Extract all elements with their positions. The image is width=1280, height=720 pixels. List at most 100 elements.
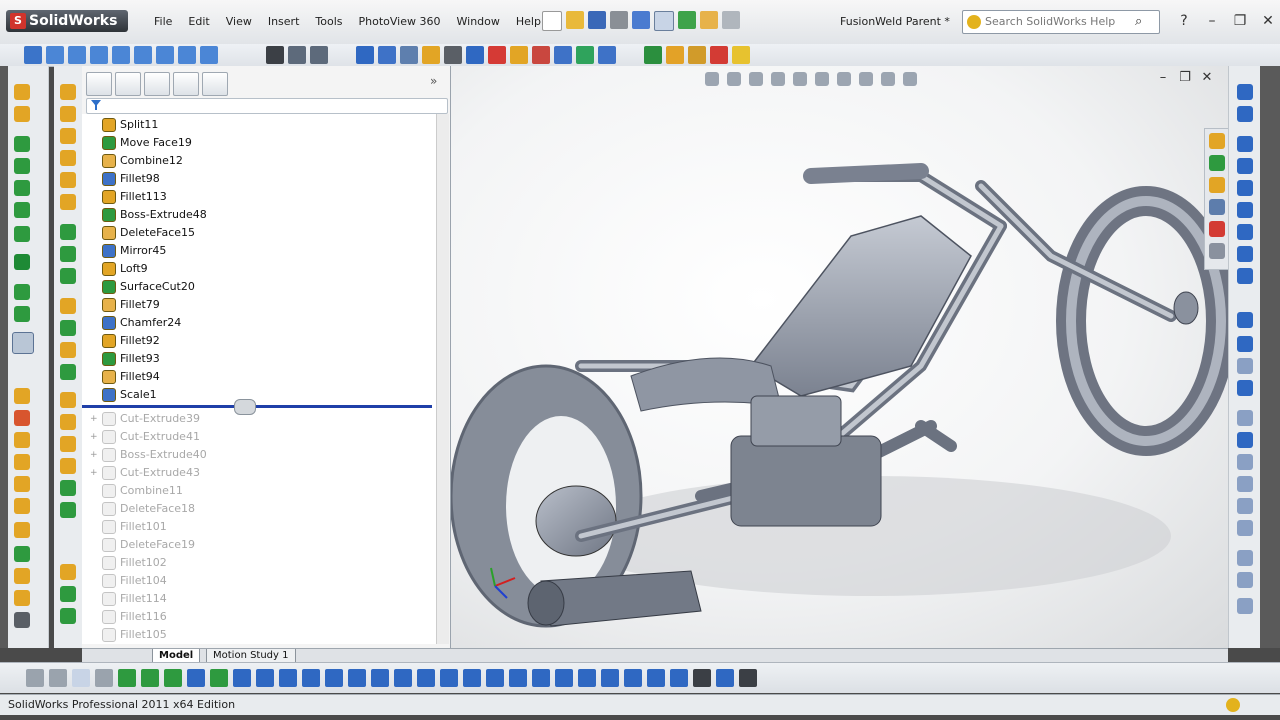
selection-filter-icon[interactable] <box>509 669 527 687</box>
display-style-icon[interactable] <box>310 46 328 64</box>
section-view-icon[interactable] <box>288 46 306 64</box>
tree-feature-item[interactable]: Chamfer24 <box>90 314 181 332</box>
menu-photoview[interactable]: PhotoView 360 <box>351 12 449 32</box>
tree-feature-item[interactable]: Scale1 <box>90 386 157 404</box>
configurationmanager-tab-icon[interactable] <box>144 72 170 96</box>
move-entities-icon[interactable] <box>1237 520 1253 536</box>
arc-icon[interactable] <box>1237 224 1253 240</box>
cut-icon[interactable] <box>14 202 30 218</box>
file-explorer-icon[interactable] <box>1209 177 1225 193</box>
selection-filter-icon[interactable] <box>578 669 596 687</box>
spline-icon[interactable] <box>1237 246 1253 262</box>
selection-filter-icon[interactable] <box>601 669 619 687</box>
display-manager-tab-icon[interactable] <box>202 72 228 96</box>
menu-insert[interactable]: Insert <box>260 12 308 32</box>
selection-filter-icon[interactable] <box>233 669 251 687</box>
radiate-surface-icon[interactable] <box>60 414 76 430</box>
search-icon[interactable]: ⌕ <box>1135 11 1142 33</box>
mass-properties-icon[interactable] <box>400 46 418 64</box>
view-top-icon[interactable] <box>134 46 152 64</box>
tree-suppressed-item[interactable]: Fillet114 <box>90 590 167 608</box>
sketch-icon[interactable] <box>356 46 374 64</box>
menu-edit[interactable]: Edit <box>180 12 217 32</box>
selection-filter-icon[interactable] <box>739 669 757 687</box>
cut-with-surface-icon[interactable] <box>60 364 76 380</box>
selection-filter-icon[interactable] <box>394 669 412 687</box>
tree-feature-item[interactable]: Fillet98 <box>90 170 160 188</box>
combine-icon[interactable] <box>14 568 30 584</box>
tree-feature-item[interactable]: Boss-Extrude48 <box>90 206 207 224</box>
open-folder-icon[interactable] <box>566 11 584 29</box>
selection-filter-icon[interactable] <box>118 669 136 687</box>
mirror-icon[interactable] <box>14 284 30 300</box>
search-help-input[interactable]: Search SolidWorks Help ⌕ <box>962 10 1160 34</box>
delete-face-icon[interactable] <box>14 612 30 628</box>
selection-filter-icon[interactable] <box>325 669 343 687</box>
selection-filter-icon[interactable] <box>95 669 113 687</box>
anchor-icon[interactable] <box>24 46 42 64</box>
fill-surface-icon[interactable] <box>60 246 76 262</box>
sum-icon[interactable] <box>466 46 484 64</box>
selection-filter-icon[interactable] <box>49 669 67 687</box>
selection-filter-icon[interactable] <box>72 669 90 687</box>
view-iso-icon[interactable] <box>178 46 196 64</box>
replace-face-icon[interactable] <box>60 458 76 474</box>
repair-sketch-icon[interactable] <box>1237 572 1253 588</box>
flex-icon[interactable] <box>60 564 76 580</box>
resources-icon[interactable] <box>1209 133 1225 149</box>
tree-feature-item[interactable]: DeleteFace15 <box>90 224 195 242</box>
tree-feature-item[interactable]: Fillet94 <box>90 368 160 386</box>
sweep-icon[interactable] <box>14 136 30 152</box>
wrap-icon[interactable] <box>14 306 30 322</box>
face-fillet-icon[interactable] <box>60 436 76 452</box>
expand-icon[interactable]: + <box>90 446 100 464</box>
indent-icon[interactable] <box>60 586 76 602</box>
weld-bead-icon[interactable] <box>14 498 30 514</box>
rebuild-icon[interactable] <box>678 11 696 29</box>
linear-pattern-icon[interactable] <box>1237 498 1253 514</box>
centerline-icon[interactable] <box>1237 358 1253 374</box>
draft-icon[interactable] <box>510 46 528 64</box>
trim-surface-icon[interactable] <box>60 268 76 284</box>
tree-suppressed-item[interactable]: + Cut-Extrude39 <box>90 410 200 428</box>
viewport-close-button[interactable]: ✕ <box>1196 70 1218 85</box>
tree-feature-item[interactable]: Split11 <box>90 116 158 134</box>
selection-filter-icon[interactable] <box>348 669 366 687</box>
boundary-icon[interactable] <box>14 180 30 196</box>
freeform-icon[interactable] <box>60 608 76 624</box>
view-palette-icon[interactable] <box>1209 199 1225 215</box>
expand-icon[interactable]: + <box>90 464 100 482</box>
appearance-icon[interactable] <box>666 46 684 64</box>
solidworks-logo[interactable]: S SolidWorks <box>6 10 128 32</box>
menu-view[interactable]: View <box>218 12 260 32</box>
graphics-viewport[interactable] <box>451 66 1228 648</box>
thicken-icon[interactable] <box>60 298 76 314</box>
quick-snaps-icon[interactable] <box>1237 598 1253 614</box>
selection-filter-icon[interactable] <box>693 669 711 687</box>
measure-icon[interactable] <box>378 46 396 64</box>
quick-tips-icon[interactable] <box>1226 698 1240 712</box>
trim-icon[interactable] <box>1237 410 1253 426</box>
scene-icon[interactable] <box>688 46 706 64</box>
sketch-strip-icon[interactable] <box>1237 84 1253 100</box>
selection-filter-icon[interactable] <box>716 669 734 687</box>
tree-feature-item[interactable]: SurfaceCut20 <box>90 278 195 296</box>
design-library-icon[interactable] <box>1209 155 1225 171</box>
selection-filter-icon[interactable] <box>141 669 159 687</box>
convert-entities-icon[interactable] <box>1237 432 1253 448</box>
surface-revolve-icon[interactable] <box>60 106 76 122</box>
weldment-icon[interactable] <box>14 388 30 404</box>
selection-filter-icon[interactable] <box>210 669 228 687</box>
selection-filter-icon[interactable] <box>256 669 274 687</box>
gusset-icon[interactable] <box>14 476 30 492</box>
expand-icon[interactable]: + <box>90 428 100 446</box>
selection-filter-icon[interactable] <box>486 669 504 687</box>
line-icon[interactable] <box>1237 136 1253 152</box>
menu-window[interactable]: Window <box>449 12 508 32</box>
tree-suppressed-item[interactable]: DeleteFace18 <box>90 500 195 518</box>
mirror-entities-icon[interactable] <box>1237 476 1253 492</box>
fillet-bead-icon[interactable] <box>14 522 30 538</box>
view-normal-icon[interactable] <box>200 46 218 64</box>
display-relations-icon[interactable] <box>1237 550 1253 566</box>
selection-filter-icon[interactable] <box>670 669 688 687</box>
